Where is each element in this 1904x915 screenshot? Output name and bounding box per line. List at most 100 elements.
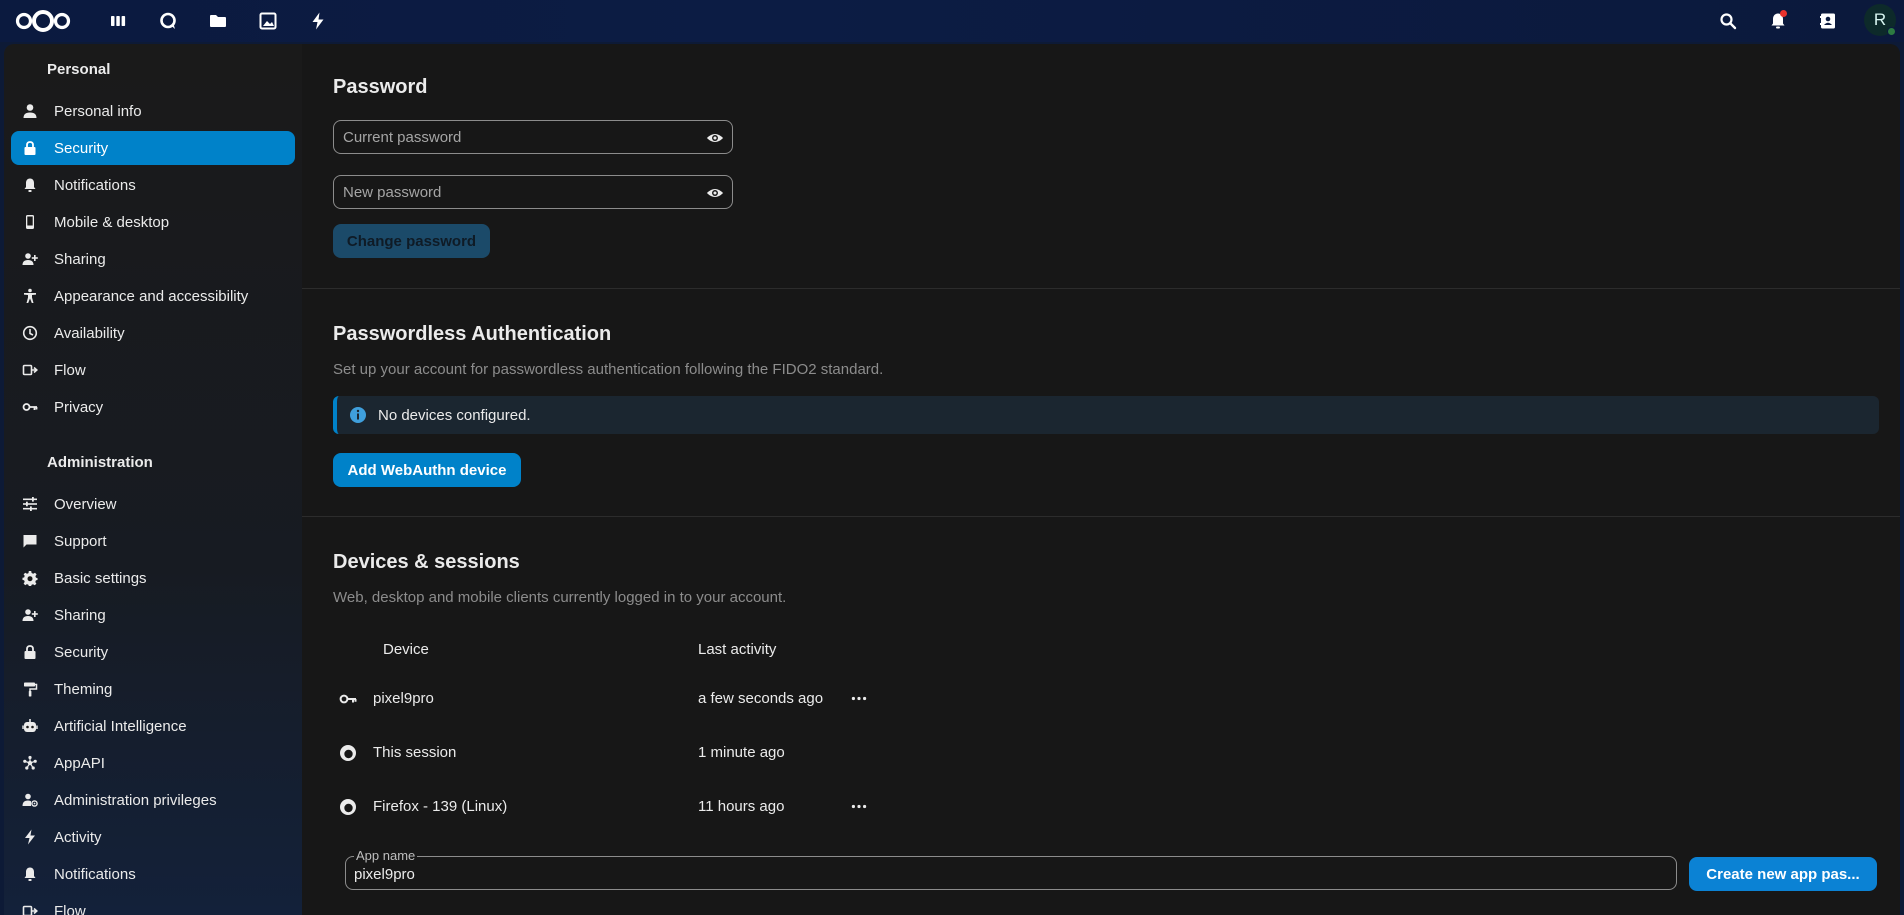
sidebar-item-admin-sharing[interactable]: Sharing bbox=[11, 598, 295, 632]
tune-icon bbox=[23, 497, 37, 511]
device-name: This session bbox=[373, 744, 457, 761]
admin-user-icon bbox=[22, 793, 38, 807]
folder-icon bbox=[210, 15, 226, 27]
sidebar-item-flow[interactable]: Flow bbox=[11, 353, 295, 387]
section-divider bbox=[302, 288, 1900, 289]
photos-app-button[interactable] bbox=[254, 7, 282, 35]
add-webauthn-device-button[interactable]: Add WebAuthn device bbox=[333, 453, 521, 487]
talk-app-button[interactable] bbox=[154, 7, 182, 35]
sidebar-item-basic-settings[interactable]: Basic settings bbox=[11, 561, 295, 595]
search-icon bbox=[1720, 13, 1737, 30]
user-avatar[interactable]: R bbox=[1864, 4, 1896, 36]
app-name-label: App name bbox=[354, 848, 418, 863]
sidebar-item-overview[interactable]: Overview bbox=[11, 487, 295, 521]
phone-icon bbox=[26, 215, 34, 229]
sidebar-item-appapi[interactable]: AppAPI bbox=[11, 746, 295, 780]
current-password-field[interactable] bbox=[333, 120, 733, 154]
nextcloud-logo[interactable] bbox=[14, 7, 72, 35]
device-last-activity: 11 hours ago bbox=[698, 798, 785, 815]
show-current-password-button[interactable] bbox=[704, 127, 726, 149]
flow-icon bbox=[22, 905, 38, 915]
no-devices-text: No devices configured. bbox=[378, 406, 531, 424]
change-password-button[interactable]: Change password bbox=[333, 224, 490, 258]
device-last-activity: a few seconds ago bbox=[698, 690, 824, 707]
device-row-icon bbox=[338, 689, 358, 709]
sidebar-item-privacy[interactable]: Privacy bbox=[11, 390, 295, 424]
flow-icon bbox=[22, 364, 38, 376]
device-row-icon bbox=[338, 743, 358, 763]
settings-content: Password Change password Passwordless Au… bbox=[302, 44, 1900, 915]
sidebar-item-mobile-desktop[interactable]: Mobile & desktop bbox=[11, 205, 295, 239]
sidebar-item-notifications[interactable]: Notifications bbox=[11, 168, 295, 202]
avatar-initial: R bbox=[1873, 10, 1887, 29]
sidebar-item-label: AppAPI bbox=[54, 754, 105, 772]
passwordless-section-title: Passwordless Authentication bbox=[333, 323, 612, 345]
sidebar-item-personal-info[interactable]: Personal info bbox=[11, 94, 295, 128]
sidebar-item-label: Administration privileges bbox=[54, 791, 217, 809]
sidebar-item-theming[interactable]: Theming bbox=[11, 672, 295, 706]
sidebar-item-admin-flow[interactable]: Flow bbox=[11, 894, 295, 915]
device-name: pixel9pro bbox=[373, 690, 434, 707]
paint-roller-icon bbox=[24, 682, 38, 697]
app-name-input[interactable] bbox=[354, 866, 1654, 883]
more-horizontal-icon bbox=[851, 696, 867, 700]
chat-icon bbox=[23, 535, 37, 548]
sidebar-item-label: Sharing bbox=[54, 250, 106, 268]
app-name-field[interactable]: App name bbox=[345, 848, 1677, 890]
dashboard-icon bbox=[111, 16, 126, 26]
activity-app-button[interactable] bbox=[304, 7, 332, 35]
sidebar-item-security[interactable]: Security bbox=[11, 131, 295, 165]
bell-icon bbox=[24, 867, 36, 881]
lock-icon bbox=[24, 645, 36, 659]
lightning-icon bbox=[25, 829, 35, 845]
device-column-header: Device bbox=[383, 641, 429, 658]
create-app-password-button[interactable]: Create new app pas... bbox=[1689, 857, 1877, 891]
new-password-input[interactable] bbox=[343, 183, 683, 201]
device-last-activity: 1 minute ago bbox=[698, 744, 785, 761]
user-icon bbox=[23, 104, 37, 118]
passwordless-description: Set up your account for passwordless aut… bbox=[333, 361, 884, 378]
sidebar-item-admin-security[interactable]: Security bbox=[11, 635, 295, 669]
key-icon bbox=[22, 403, 38, 411]
contacts-icon bbox=[1820, 13, 1835, 29]
sidebar-item-support[interactable]: Support bbox=[11, 524, 295, 558]
more-horizontal-icon bbox=[851, 804, 867, 808]
settings-sidebar: Personal Personal info Security Notifica… bbox=[4, 44, 302, 915]
new-password-field[interactable] bbox=[333, 175, 733, 209]
device-actions-button[interactable] bbox=[844, 795, 874, 817]
notifications-button[interactable] bbox=[1763, 6, 1793, 36]
sidebar-item-label: Flow bbox=[54, 361, 86, 379]
sidebar-item-admin-notifications[interactable]: Notifications bbox=[11, 857, 295, 891]
sidebar-item-label: Notifications bbox=[54, 865, 136, 883]
files-app-button[interactable] bbox=[204, 7, 232, 35]
unified-search-button[interactable] bbox=[1713, 6, 1743, 36]
sidebar-item-artificial-intelligence[interactable]: Artificial Intelligence bbox=[11, 709, 295, 743]
sidebar-item-activity[interactable]: Activity bbox=[11, 820, 295, 854]
appapi-icon bbox=[23, 755, 37, 770]
device-actions-button[interactable] bbox=[844, 687, 874, 709]
sidebar-item-appearance[interactable]: Appearance and accessibility bbox=[11, 279, 295, 313]
contacts-menu-button[interactable] bbox=[1813, 6, 1843, 36]
image-icon bbox=[259, 12, 277, 30]
sidebar-item-label: Artificial Intelligence bbox=[54, 717, 187, 735]
sidebar-item-label: Basic settings bbox=[54, 569, 147, 587]
sidebar-item-availability[interactable]: Availability bbox=[11, 316, 295, 350]
devices-section-title: Devices & sessions bbox=[333, 551, 520, 573]
top-header: R bbox=[0, 0, 1904, 42]
sidebar-item-label: Appearance and accessibility bbox=[54, 287, 249, 305]
sidebar-item-sharing[interactable]: Sharing bbox=[11, 242, 295, 276]
eye-icon bbox=[706, 188, 724, 198]
sidebar-item-label: Theming bbox=[54, 680, 113, 698]
show-new-password-button[interactable] bbox=[704, 182, 726, 204]
sidebar-item-administration-privileges[interactable]: Administration privileges bbox=[11, 783, 295, 817]
lightning-icon bbox=[312, 12, 324, 30]
share-user-icon bbox=[22, 609, 38, 621]
notification-unread-dot bbox=[1780, 10, 1787, 17]
current-password-input[interactable] bbox=[343, 128, 683, 146]
sidebar-item-label: Sharing bbox=[54, 606, 106, 624]
sidebar-item-label: Notifications bbox=[54, 176, 136, 194]
sidebar-item-label: Security bbox=[54, 643, 109, 661]
dashboard-app-button[interactable] bbox=[104, 7, 132, 35]
firefox-icon bbox=[340, 745, 356, 761]
last-activity-column-header: Last activity bbox=[698, 641, 777, 658]
